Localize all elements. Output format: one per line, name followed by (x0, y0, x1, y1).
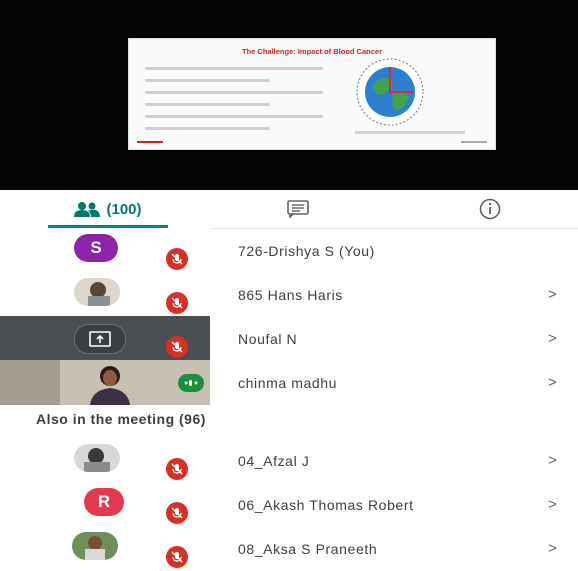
video-tile (0, 360, 210, 405)
participant-row[interactable]: 865 Hans Haris > (0, 272, 578, 317)
avatar-cell (0, 438, 210, 483)
chevron-right-icon[interactable]: > (548, 482, 557, 527)
tab-people[interactable]: (100) (48, 190, 168, 228)
avatar-cell: S (0, 228, 210, 273)
mic-off-icon (166, 336, 188, 358)
participant-name: 04_Afzal J (238, 452, 310, 469)
tab-chat[interactable] (278, 190, 318, 228)
avatar (72, 532, 118, 560)
chevron-right-icon[interactable]: > (548, 316, 557, 361)
participant-row[interactable]: 08_Aksa S Praneeth > (0, 526, 578, 571)
participant-name: 06_Akash Thomas Robert (238, 496, 414, 513)
tab-bar: (100) (0, 190, 578, 229)
participant-name: 726-Drishya S (You) (238, 242, 375, 259)
avatar-cell (0, 526, 210, 571)
mic-off-icon (166, 292, 188, 314)
speaking-indicator-icon (178, 374, 204, 392)
chevron-right-icon[interactable]: > (548, 438, 557, 483)
mic-off-icon (166, 458, 188, 480)
avatar (74, 444, 120, 472)
slide-footer-right (461, 141, 487, 143)
participant-name: 865 Hans Haris (238, 286, 343, 303)
shared-slide: The Challenge: Impact of Blood Cancer (128, 38, 496, 150)
participant-name: chinma madhu (238, 374, 338, 391)
chevron-right-icon[interactable]: > (548, 272, 557, 317)
avatar: R (84, 488, 124, 516)
chat-icon (287, 200, 309, 218)
participant-row[interactable]: chinma madhu > (0, 360, 578, 405)
avatar-cell: R (0, 482, 210, 527)
participant-name: 08_Aksa S Praneeth (238, 540, 378, 557)
participant-row[interactable]: S 726-Drishya S (You) (0, 228, 578, 273)
globe-icon (356, 58, 424, 126)
avatar-cell (0, 316, 210, 361)
slide-footer-left (137, 141, 163, 143)
chevron-right-icon[interactable]: > (548, 360, 557, 405)
avatar-cell (0, 272, 210, 317)
present-screen-icon (74, 324, 126, 354)
people-icon (74, 202, 101, 217)
mic-off-icon (166, 502, 188, 524)
participant-row[interactable]: Noufal N > (0, 316, 578, 361)
slide-title: The Challenge: Impact of Blood Cancer (241, 47, 383, 56)
avatar: S (74, 234, 118, 262)
mic-off-icon (166, 248, 188, 270)
participant-row[interactable]: R 06_Akash Thomas Robert > (0, 482, 578, 527)
info-icon (479, 198, 501, 220)
slide-caption-line (355, 131, 465, 134)
people-count: (100) (106, 200, 142, 218)
slide-bullets (145, 67, 323, 139)
participant-row[interactable]: 04_Afzal J > (0, 438, 578, 483)
avatar (74, 278, 120, 306)
tab-info[interactable] (470, 190, 510, 228)
presentation-stage[interactable]: The Challenge: Impact of Blood Cancer (0, 0, 578, 190)
chevron-right-icon[interactable]: > (548, 526, 557, 571)
also-in-meeting-label: Also in the meeting (96) (36, 411, 206, 427)
participant-name: Noufal N (238, 330, 298, 347)
mic-off-icon (166, 546, 188, 568)
